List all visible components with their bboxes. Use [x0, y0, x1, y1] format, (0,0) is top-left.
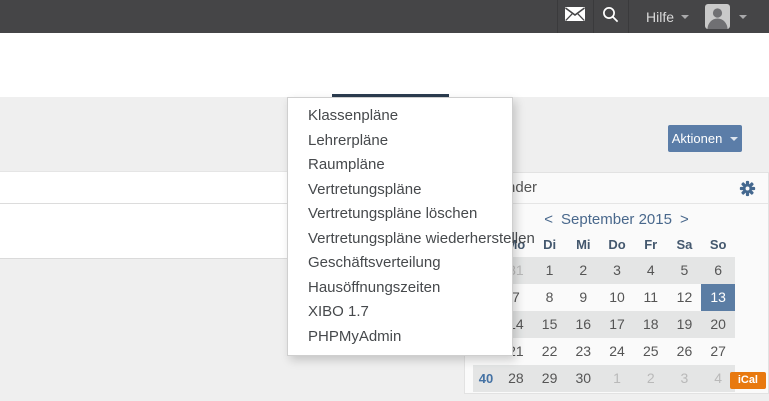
- calendar-day[interactable]: 4: [634, 257, 668, 284]
- calendar-day[interactable]: 6: [701, 257, 735, 284]
- chevron-down-icon: [730, 137, 738, 141]
- dropdown-item-geschäftsverteilung[interactable]: Geschäftsverteilung: [288, 251, 512, 276]
- calendar-day[interactable]: 9: [566, 284, 600, 311]
- app-window: Hilfe Gruppen Ressourcen A: [0, 0, 769, 401]
- dropdown-item-vertretungspläne[interactable]: Vertretungspläne: [288, 178, 512, 203]
- help-menu[interactable]: Hilfe: [629, 0, 702, 33]
- calendar-day[interactable]: 8: [533, 284, 567, 311]
- calendar-day[interactable]: 16: [566, 311, 600, 338]
- calendar-week-number: 40: [473, 365, 499, 392]
- calendar-day[interactable]: 1: [600, 365, 634, 392]
- mail-button[interactable]: [557, 0, 593, 33]
- calendar-week-row: 402829301234: [473, 365, 735, 392]
- actions-button[interactable]: Aktionen: [668, 125, 742, 152]
- calendar-day-header: Do: [600, 233, 634, 257]
- calendar-day[interactable]: 27: [701, 338, 735, 365]
- mail-icon: [565, 7, 585, 26]
- calendar-day[interactable]: 17: [600, 311, 634, 338]
- gear-icon: [739, 184, 756, 201]
- calendar-day-header: Fr: [634, 233, 668, 257]
- dropdown-item-xibo-1.7[interactable]: XIBO 1.7: [288, 300, 512, 325]
- dropdown-item-klassenpläne[interactable]: Klassenpläne: [288, 104, 512, 129]
- calendar-day[interactable]: 28: [499, 365, 533, 392]
- current-month-label: September 2015: [561, 211, 672, 228]
- calendar-day[interactable]: 23: [566, 338, 600, 365]
- dropdown-item-phpmyadmin[interactable]: PHPMyAdmin: [288, 325, 512, 350]
- dropdown-item-lehrerpläne[interactable]: Lehrerpläne: [288, 129, 512, 154]
- calendar-day[interactable]: 18: [634, 311, 668, 338]
- calendar-day[interactable]: 3: [668, 365, 702, 392]
- dropdown-item-vertretungspläne-löschen[interactable]: Vertretungspläne löschen: [288, 202, 512, 227]
- search-button[interactable]: [593, 0, 629, 33]
- top-bar: Hilfe: [0, 0, 769, 33]
- dropdown-item-vertretungspläne-wiederherstellen[interactable]: Vertretungspläne wiederherstellen: [288, 227, 512, 252]
- actions-label: Aktionen: [672, 131, 723, 146]
- calendar-day[interactable]: 20: [701, 311, 735, 338]
- calendar-day[interactable]: 29: [533, 365, 567, 392]
- calendar-day[interactable]: 1: [533, 257, 567, 284]
- calendar-day[interactable]: 26: [668, 338, 702, 365]
- calendar-day[interactable]: 12: [668, 284, 702, 311]
- calendar-day[interactable]: 5: [668, 257, 702, 284]
- verwaltung-dropdown: KlassenpläneLehrerpläneRaumpläneVertretu…: [287, 97, 513, 356]
- calendar-day-header: Mi: [566, 233, 600, 257]
- calendar-day-header: Di: [533, 233, 567, 257]
- calendar-day[interactable]: 19: [668, 311, 702, 338]
- calendar-day[interactable]: 24: [600, 338, 634, 365]
- chevron-down-icon: [739, 15, 747, 19]
- calendar-day-header: Sa: [668, 233, 702, 257]
- calendar-day[interactable]: 3: [600, 257, 634, 284]
- next-month-button[interactable]: >: [680, 211, 689, 228]
- calendar-day[interactable]: 30: [566, 365, 600, 392]
- dropdown-item-raumpläne[interactable]: Raumpläne: [288, 153, 512, 178]
- calendar-day-header: So: [701, 233, 735, 257]
- calendar-day[interactable]: 11: [634, 284, 668, 311]
- chevron-down-icon: [681, 15, 689, 19]
- dropdown-item-hausöffnungszeiten[interactable]: Hausöffnungszeiten: [288, 276, 512, 301]
- help-label: Hilfe: [646, 9, 674, 25]
- calendar-settings-button[interactable]: [739, 180, 756, 197]
- ical-button[interactable]: iCal: [730, 372, 766, 389]
- search-icon: [602, 6, 619, 28]
- calendar-day[interactable]: 15: [533, 311, 567, 338]
- main-navbar: Gruppen Ressourcen Aktuelles Verwaltung: [0, 33, 769, 97]
- calendar-day[interactable]: 2: [634, 365, 668, 392]
- calendar-day[interactable]: 10: [600, 284, 634, 311]
- prev-month-button[interactable]: <: [544, 211, 553, 228]
- top-bar-actions: Hilfe: [557, 0, 747, 33]
- calendar-day[interactable]: 25: [634, 338, 668, 365]
- user-avatar[interactable]: [705, 4, 730, 29]
- calendar-day[interactable]: 22: [533, 338, 567, 365]
- calendar-day-selected[interactable]: 13: [701, 284, 735, 311]
- calendar-day[interactable]: 2: [566, 257, 600, 284]
